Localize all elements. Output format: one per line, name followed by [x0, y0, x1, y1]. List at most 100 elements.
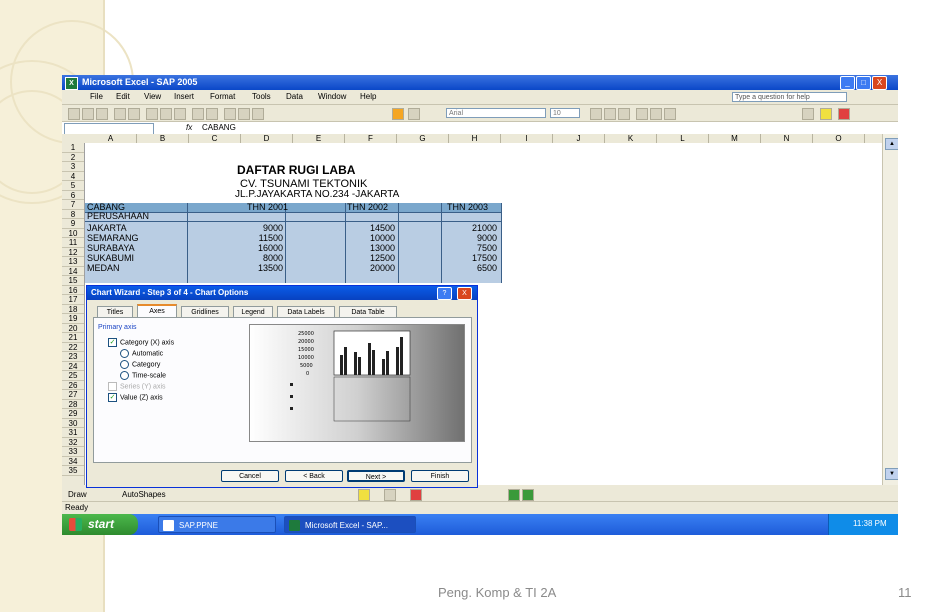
row-header[interactable]: 25 — [62, 371, 84, 381]
vertical-scrollbar[interactable]: ▲ ▼ — [882, 134, 898, 485]
row-header[interactable]: 27 — [62, 390, 84, 400]
save-icon[interactable] — [96, 108, 108, 120]
autoshapes-menu[interactable]: AutoShapes — [122, 490, 166, 499]
row-header[interactable]: 10 — [62, 229, 84, 238]
col-g[interactable]: G — [397, 134, 449, 143]
paste-icon[interactable] — [174, 108, 186, 120]
line-color-icon[interactable] — [384, 489, 396, 501]
col-e[interactable]: E — [293, 134, 345, 143]
minimize-button[interactable]: _ — [840, 76, 855, 90]
col-i[interactable]: I — [501, 134, 553, 143]
menu-edit[interactable]: Edit — [116, 92, 130, 101]
tab-axes[interactable]: Axes — [137, 304, 177, 317]
col-l[interactable]: L — [657, 134, 709, 143]
row-header[interactable]: 21 — [62, 333, 84, 343]
dialog-close-button[interactable]: X — [457, 287, 472, 300]
font-color-icon[interactable] — [410, 489, 422, 501]
maximize-button[interactable]: □ — [856, 76, 871, 90]
col-k[interactable]: K — [605, 134, 657, 143]
align-left-icon[interactable] — [636, 108, 648, 120]
chart-wizard-icon[interactable] — [392, 108, 404, 120]
bold-icon[interactable] — [590, 108, 602, 120]
tab-legend[interactable]: Legend — [233, 306, 273, 317]
drawing-icon[interactable] — [408, 108, 420, 120]
category-radio[interactable]: Category — [120, 360, 160, 369]
row-header[interactable]: 29 — [62, 409, 84, 419]
question-input[interactable]: Type a question for help — [732, 92, 847, 102]
scroll-up-icon[interactable]: ▲ — [885, 138, 898, 150]
redo-icon[interactable] — [206, 108, 218, 120]
menu-data[interactable]: Data — [286, 92, 303, 101]
row-header[interactable]: 30 — [62, 419, 84, 428]
cut-icon[interactable] — [146, 108, 158, 120]
series-axis-checkbox[interactable]: Series (Y) axis — [108, 382, 166, 391]
font-size-select[interactable]: 10 — [550, 108, 580, 118]
underline-icon[interactable] — [618, 108, 630, 120]
taskbar-item[interactable]: SAP.PPNE — [158, 516, 276, 533]
menu-file[interactable]: File — [90, 92, 103, 101]
menu-tools[interactable]: Tools — [252, 92, 271, 101]
row-header[interactable]: 4 — [62, 172, 84, 181]
back-button[interactable]: < Back — [285, 470, 343, 482]
row-header[interactable]: 8 — [62, 210, 84, 219]
shadow-icon[interactable] — [508, 489, 520, 501]
3d-icon[interactable] — [522, 489, 534, 501]
col-a[interactable]: A — [85, 134, 137, 143]
row-header[interactable]: 26 — [62, 381, 84, 390]
row-header[interactable]: 5 — [62, 181, 84, 191]
tab-data-table[interactable]: Data Table — [339, 306, 397, 317]
fill-color-icon[interactable] — [820, 108, 832, 120]
sort-icon[interactable] — [252, 108, 264, 120]
col-h[interactable]: H — [449, 134, 501, 143]
row-header[interactable]: 23 — [62, 352, 84, 362]
col-c[interactable]: C — [189, 134, 241, 143]
row-header[interactable]: 22 — [62, 343, 84, 352]
formula-input[interactable]: CABANG — [202, 123, 236, 132]
close-button[interactable]: X — [872, 76, 887, 90]
tab-titles[interactable]: Titles — [97, 306, 133, 317]
timescale-radio[interactable]: Time-scale — [120, 371, 166, 380]
taskbar-item[interactable]: Microsoft Excel - SAP... — [284, 516, 416, 533]
row-header[interactable]: 2 — [62, 153, 84, 162]
start-button[interactable]: start — [62, 514, 138, 535]
col-n[interactable]: N — [761, 134, 813, 143]
tab-data-labels[interactable]: Data Labels — [277, 306, 335, 317]
hyperlink-icon[interactable] — [224, 108, 236, 120]
row-header[interactable]: 17 — [62, 295, 84, 305]
copy-icon[interactable] — [160, 108, 172, 120]
help-button[interactable]: ? — [437, 287, 452, 300]
col-m[interactable]: M — [709, 134, 761, 143]
row-header[interactable]: 11 — [62, 238, 84, 248]
row-header[interactable]: 13 — [62, 257, 84, 267]
undo-icon[interactable] — [192, 108, 204, 120]
row-header[interactable]: 3 — [62, 162, 84, 172]
row-header[interactable]: 34 — [62, 457, 84, 466]
font-name-select[interactable]: Arial — [446, 108, 546, 118]
new-icon[interactable] — [68, 108, 80, 120]
col-d[interactable]: D — [241, 134, 293, 143]
autosum-icon[interactable] — [238, 108, 250, 120]
row-header[interactable]: 32 — [62, 438, 84, 447]
italic-icon[interactable] — [604, 108, 616, 120]
row-header[interactable]: 31 — [62, 428, 84, 438]
draw-menu[interactable]: Draw — [68, 490, 87, 499]
cancel-button[interactable]: Cancel — [221, 470, 279, 482]
row-header[interactable]: 1 — [62, 143, 84, 153]
row-header[interactable]: 9 — [62, 219, 84, 229]
row-header[interactable]: 15 — [62, 276, 84, 286]
row-header[interactable]: 28 — [62, 400, 84, 409]
next-button[interactable]: Next > — [347, 470, 405, 482]
category-axis-checkbox[interactable]: ✓ Category (X) axis — [108, 338, 174, 347]
row-header[interactable]: 33 — [62, 447, 84, 457]
row-header[interactable]: 18 — [62, 305, 84, 314]
menu-window[interactable]: Window — [318, 92, 346, 101]
font-color-icon[interactable] — [838, 108, 850, 120]
row-header[interactable]: 35 — [62, 466, 84, 476]
col-f[interactable]: F — [345, 134, 397, 143]
col-j[interactable]: J — [553, 134, 605, 143]
row-header[interactable]: 12 — [62, 248, 84, 257]
col-b[interactable]: B — [137, 134, 189, 143]
row-header[interactable]: 7 — [62, 200, 84, 210]
row-header[interactable]: 24 — [62, 362, 84, 371]
borders-icon[interactable] — [802, 108, 814, 120]
